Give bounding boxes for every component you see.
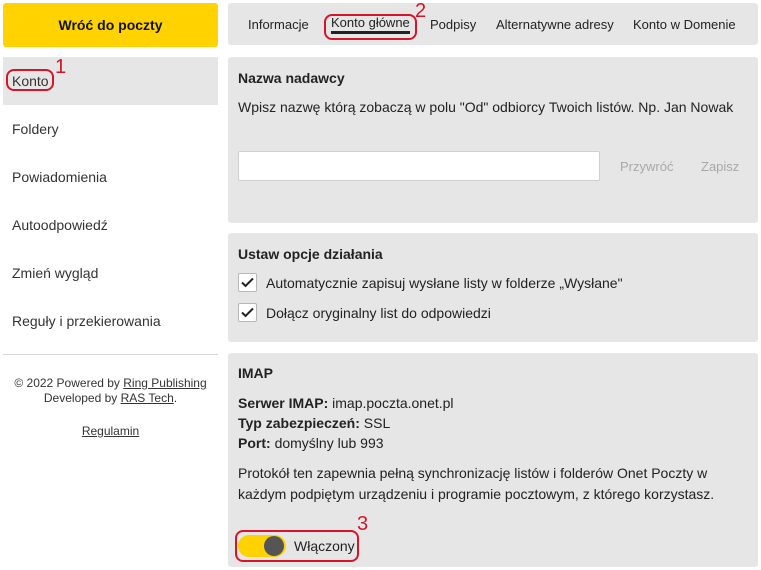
- save-button[interactable]: Zapisz: [701, 151, 739, 181]
- imap-server-label: Serwer IMAP:: [238, 395, 329, 411]
- options-panel: Ustaw opcje działania Automatycznie zapi…: [228, 233, 758, 342]
- tab-label: Informacje: [248, 16, 309, 32]
- settings-tabs: Informacje Konto główne Podpisy Alternat…: [228, 3, 758, 45]
- tab-label: Podpisy: [430, 16, 477, 32]
- sidebar-item-label: Autoodpowiedź: [12, 217, 108, 233]
- sidebar-footer: © 2022 Powered by Ring Publishing Develo…: [3, 376, 218, 439]
- sidebar-divider: [3, 354, 218, 355]
- tab-label: Konto główne: [331, 15, 410, 34]
- sender-name-description: Wpisz nazwę którą zobaczą w polu "Od" od…: [238, 99, 734, 115]
- ring-publishing-link[interactable]: Ring Publishing: [123, 376, 206, 390]
- imap-port-label: Port:: [238, 435, 271, 451]
- regulamin-link[interactable]: Regulamin: [3, 424, 218, 439]
- tab-label: Konto w Domenie: [633, 16, 736, 32]
- imap-server-line: Serwer IMAP: imap.poczta.onet.pl: [238, 395, 454, 411]
- copyright-line: © 2022 Powered by Ring Publishing: [3, 376, 218, 391]
- imap-toggle[interactable]: [238, 535, 286, 557]
- option-save-sent: Automatycznie zapisuj wysłane listy w fo…: [238, 273, 623, 292]
- attach-original-checkbox[interactable]: [238, 303, 257, 322]
- imap-panel: IMAP Serwer IMAP: imap.poczta.onet.pl Ty…: [228, 353, 758, 567]
- back-to-mail-button[interactable]: Wróć do poczty: [3, 3, 218, 47]
- save-sent-label: Automatycznie zapisuj wysłane listy w fo…: [266, 274, 623, 291]
- tab-informacje[interactable]: Informacje: [248, 3, 309, 45]
- imap-port-value: domyślny lub 993: [274, 435, 384, 451]
- sidebar-item-reguly[interactable]: Reguły i przekierowania: [3, 297, 218, 345]
- sender-name-panel: Nazwa nadawcy Wpisz nazwę którą zobaczą …: [228, 57, 758, 223]
- sidebar-item-powiadomienia[interactable]: Powiadomienia: [3, 153, 218, 201]
- sidebar-item-label: Zmień wygląd: [12, 265, 99, 281]
- sender-name-title: Nazwa nadawcy: [238, 70, 345, 86]
- imap-description: Protokół ten zapewnia pełną synchronizac…: [238, 465, 715, 502]
- developed-line: Developed by RAS Tech.: [3, 391, 218, 406]
- toggle-knob: [264, 536, 284, 556]
- ras-tech-link[interactable]: RAS Tech: [121, 391, 174, 405]
- tab-alternatywne-adresy[interactable]: Alternatywne adresy: [496, 3, 614, 45]
- sidebar-item-label: Reguły i przekierowania: [12, 313, 161, 329]
- annotation-number-3: 3: [357, 513, 369, 535]
- tab-konto-glowne[interactable]: Konto główne: [331, 3, 410, 45]
- sender-name-input[interactable]: [238, 151, 600, 181]
- imap-security-value: SSL: [363, 415, 391, 431]
- imap-server-value: imap.poczta.onet.pl: [332, 395, 454, 411]
- imap-toggle-row: Włączony: [238, 535, 355, 557]
- sidebar-item-label: Powiadomienia: [12, 169, 107, 185]
- sidebar-item-konto[interactable]: Konto: [3, 57, 218, 105]
- annotation-number-2: 2: [415, 0, 427, 22]
- copyright-text: © 2022 Powered by: [14, 376, 124, 390]
- imap-title: IMAP: [238, 365, 273, 381]
- sidebar-item-autoodpowiedz[interactable]: Autoodpowiedź: [3, 201, 218, 249]
- options-title: Ustaw opcje działania: [238, 246, 383, 262]
- sidebar-item-label: Konto: [12, 73, 49, 89]
- tab-podpisy[interactable]: Podpisy: [430, 3, 476, 45]
- checkmark-icon: [241, 277, 254, 288]
- imap-port-line: Port: domyślny lub 993: [238, 435, 384, 451]
- tab-konto-w-domenie[interactable]: Konto w Domenie: [633, 3, 736, 45]
- attach-original-label: Dołącz oryginalny list do odpowiedzi: [266, 304, 491, 321]
- imap-security-label: Typ zabezpieczeń:: [238, 415, 360, 431]
- option-attach-original: Dołącz oryginalny list do odpowiedzi: [238, 303, 491, 322]
- restore-button[interactable]: Przywróć: [620, 151, 673, 181]
- tab-label: Alternatywne adresy: [496, 16, 614, 32]
- annotation-number-1: 1: [55, 56, 67, 78]
- checkmark-icon: [241, 307, 254, 318]
- save-sent-checkbox[interactable]: [238, 273, 257, 292]
- sidebar-item-zmien-wyglad[interactable]: Zmień wygląd: [3, 249, 218, 297]
- developed-suffix: .: [173, 391, 178, 405]
- imap-toggle-label: Włączony: [294, 538, 355, 554]
- imap-security-line: Typ zabezpieczeń: SSL: [238, 415, 390, 431]
- sidebar-item-label: Foldery: [12, 121, 59, 137]
- developed-text: Developed by: [43, 391, 121, 405]
- sidebar-item-foldery[interactable]: Foldery: [3, 105, 218, 153]
